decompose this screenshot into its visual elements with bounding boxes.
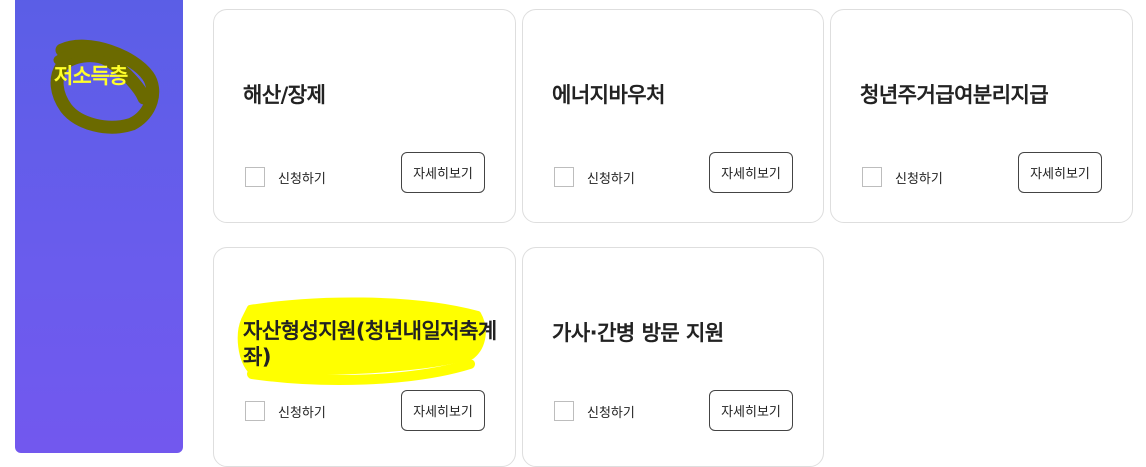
apply-option[interactable]: 신청하기 bbox=[554, 401, 635, 421]
apply-label: 신청하기 bbox=[587, 171, 635, 187]
apply-checkbox[interactable] bbox=[245, 167, 265, 187]
detail-button[interactable]: 자세히보기 bbox=[709, 152, 793, 193]
apply-label: 신청하기 bbox=[278, 171, 326, 187]
detail-button[interactable]: 자세히보기 bbox=[401, 152, 485, 193]
card-title: 해산/장제 bbox=[243, 83, 326, 107]
detail-button[interactable]: 자세히보기 bbox=[1018, 152, 1102, 193]
apply-checkbox[interactable] bbox=[862, 167, 882, 187]
category-title: 저소득층 bbox=[54, 64, 128, 88]
card-title: 청년주거급여분리지급 bbox=[860, 83, 1049, 107]
service-card: 청년주거급여분리지급 신청하기 자세히보기 bbox=[830, 9, 1133, 223]
apply-checkbox[interactable] bbox=[554, 167, 574, 187]
apply-option[interactable]: 신청하기 bbox=[862, 167, 943, 187]
service-card: 해산/장제 신청하기 자세히보기 bbox=[213, 9, 516, 223]
service-card: 에너지바우처 신청하기 자세히보기 bbox=[522, 9, 824, 223]
apply-checkbox[interactable] bbox=[245, 401, 265, 421]
detail-button[interactable]: 자세히보기 bbox=[709, 390, 793, 431]
apply-label: 신청하기 bbox=[895, 171, 943, 187]
apply-label: 신청하기 bbox=[587, 405, 635, 421]
apply-option[interactable]: 신청하기 bbox=[245, 167, 326, 187]
service-card: 가사·간병 방문 지원 신청하기 자세히보기 bbox=[522, 247, 824, 467]
apply-option[interactable]: 신청하기 bbox=[554, 167, 635, 187]
apply-option[interactable]: 신청하기 bbox=[245, 401, 326, 421]
apply-checkbox[interactable] bbox=[554, 401, 574, 421]
detail-button[interactable]: 자세히보기 bbox=[401, 390, 485, 431]
service-card: 자산형성지원(청년내일저축계좌) 신청하기 자세히보기 bbox=[213, 247, 516, 467]
card-title: 자산형성지원(청년내일저축계좌) bbox=[243, 319, 497, 369]
apply-label: 신청하기 bbox=[278, 405, 326, 421]
card-title: 에너지바우처 bbox=[552, 83, 665, 107]
card-title: 가사·간병 방문 지원 bbox=[552, 321, 724, 345]
